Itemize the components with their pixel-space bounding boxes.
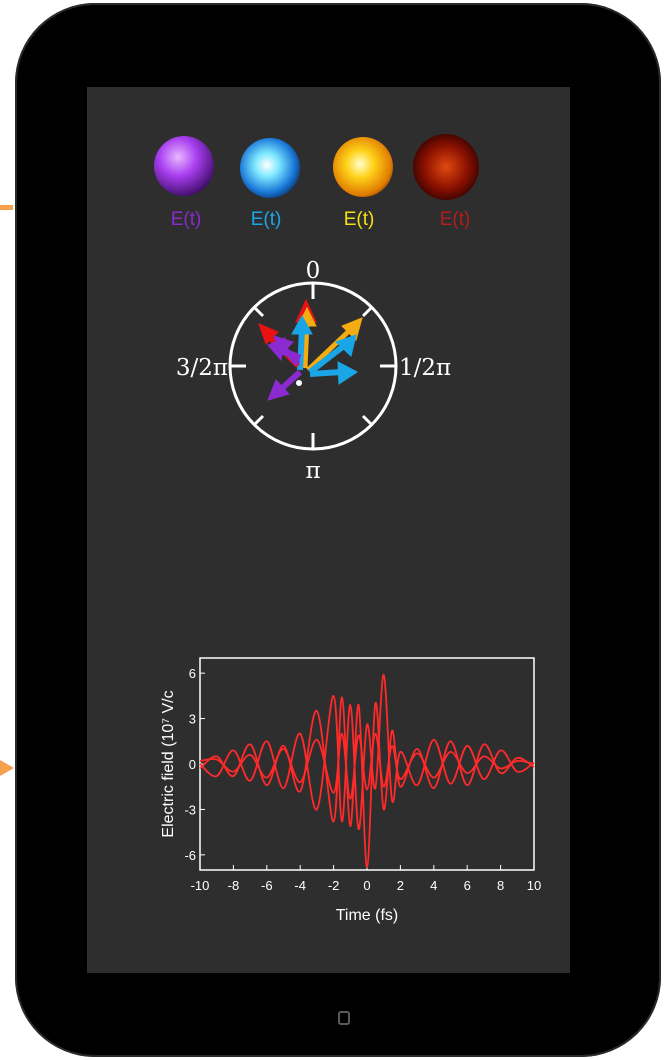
pulse-sphere-purple-icon xyxy=(154,136,214,196)
y-tick-label: 3 xyxy=(189,712,196,727)
pulse-sphere-red-icon xyxy=(413,134,479,200)
x-tick-labels: -10 -8 -6 -4 -2 0 2 4 6 8 10 xyxy=(191,865,541,893)
pulse-label-yellow: E(t) xyxy=(344,209,375,230)
arrow-blue-upright-icon xyxy=(308,334,357,375)
pulse-sphere-blue-icon xyxy=(240,138,300,198)
x-tick-label: 4 xyxy=(430,878,437,893)
phase-arrows xyxy=(258,298,363,401)
x-tick-label: 10 xyxy=(527,878,541,893)
dial-label-left: 3/2π xyxy=(176,355,228,381)
dial-label-right: 1/2π xyxy=(399,355,451,381)
arrow-purple-downleft-icon xyxy=(267,369,303,401)
x-tick-label: -2 xyxy=(328,878,340,893)
pulse-label-red: E(t) xyxy=(440,209,471,230)
y-tick-label: 6 xyxy=(189,666,196,681)
y-tick-label: 0 xyxy=(189,757,196,772)
electric-field-chart: -10 -8 -6 -4 -2 0 2 4 6 8 10 6 3 0 -3 -6 Time (fs) Ele… xyxy=(160,657,541,924)
series-lines xyxy=(199,673,535,868)
series-line-2 xyxy=(199,673,535,831)
series-line-1 xyxy=(199,696,535,868)
y-tick-labels: 6 3 0 -3 -6 xyxy=(184,666,205,863)
pulse-sphere-yellow-icon xyxy=(333,137,393,197)
x-tick-label: 2 xyxy=(397,878,404,893)
y-tick-label: -6 xyxy=(184,848,196,863)
x-tick-label: -10 xyxy=(191,878,210,893)
y-tick-label: -3 xyxy=(184,802,196,817)
pulse-label-blue: E(t) xyxy=(251,209,282,230)
x-tick-label: 8 xyxy=(497,878,504,893)
scene: E(t) E(t) E(t) E(t) 0 1/2π π 3/2π -10 -8… xyxy=(154,134,541,924)
x-tick-label: 0 xyxy=(363,878,370,893)
x-tick-label: -4 xyxy=(294,878,306,893)
x-tick-label: -6 xyxy=(261,878,273,893)
pulse-label-purple: E(t) xyxy=(171,209,202,230)
y-axis-label: Electric field (10⁷ V/c xyxy=(160,690,177,837)
dial-label-bottom: π xyxy=(305,458,320,484)
x-axis-label: Time (fs) xyxy=(336,907,399,924)
x-tick-label: -8 xyxy=(228,878,240,893)
dial-label-top: 0 xyxy=(306,258,321,284)
chart-plot-frame xyxy=(199,657,535,871)
x-tick-label: 6 xyxy=(464,878,471,893)
